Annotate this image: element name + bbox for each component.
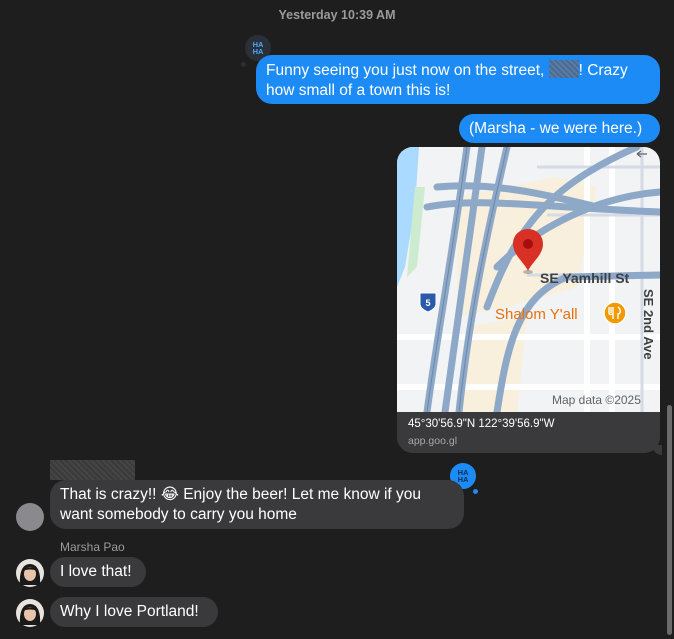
restaurant-icon: [603, 301, 627, 325]
avatar[interactable]: [16, 559, 44, 587]
outgoing-message[interactable]: (Marsha - we were here.): [459, 114, 660, 143]
map-link-domain: app.goo.gl: [408, 435, 458, 447]
highway-shield-label: 5: [425, 298, 430, 308]
tapback-tail-dot: [473, 489, 478, 494]
map-link-card[interactable]: 5 SE Yamhill St Shalom Y'all SE 2nd Ave …: [397, 147, 660, 453]
map-avenue-label: SE 2nd Ave: [641, 289, 656, 360]
map-coordinates: 45°30'56.9"N 122°39'56.9"W: [408, 418, 555, 430]
incoming-message[interactable]: I love that!: [50, 557, 146, 587]
map-attribution: Map data ©2025: [552, 393, 641, 407]
bubble-tail: [652, 445, 662, 455]
map-street-label: SE Yamhill St: [540, 270, 630, 286]
redacted-name: [548, 60, 579, 78]
tapback-tail-dot: [241, 62, 246, 67]
map-link-footer: 45°30'56.9"N 122°39'56.9"W app.goo.gl: [397, 412, 660, 453]
map-place-label: Shalom Y'all: [495, 306, 578, 323]
timestamp: Yesterday 10:39 AM: [278, 8, 396, 22]
incoming-message[interactable]: That is crazy!! 😂 Enjoy the beer! Let me…: [50, 480, 464, 529]
avatar[interactable]: [16, 503, 44, 531]
highway-shield-icon: 5: [419, 292, 437, 313]
scrollbar[interactable]: [667, 405, 672, 635]
map-image: 5 SE Yamhill St Shalom Y'all SE 2nd Ave …: [397, 147, 660, 412]
redacted-sender-name: [50, 460, 135, 480]
outgoing-message[interactable]: Funny seeing you just now on the street,…: [256, 55, 660, 104]
avatar[interactable]: [16, 599, 44, 627]
incoming-message[interactable]: Why I love Portland!: [50, 597, 218, 627]
sender-name: Marsha Pao: [60, 540, 125, 554]
